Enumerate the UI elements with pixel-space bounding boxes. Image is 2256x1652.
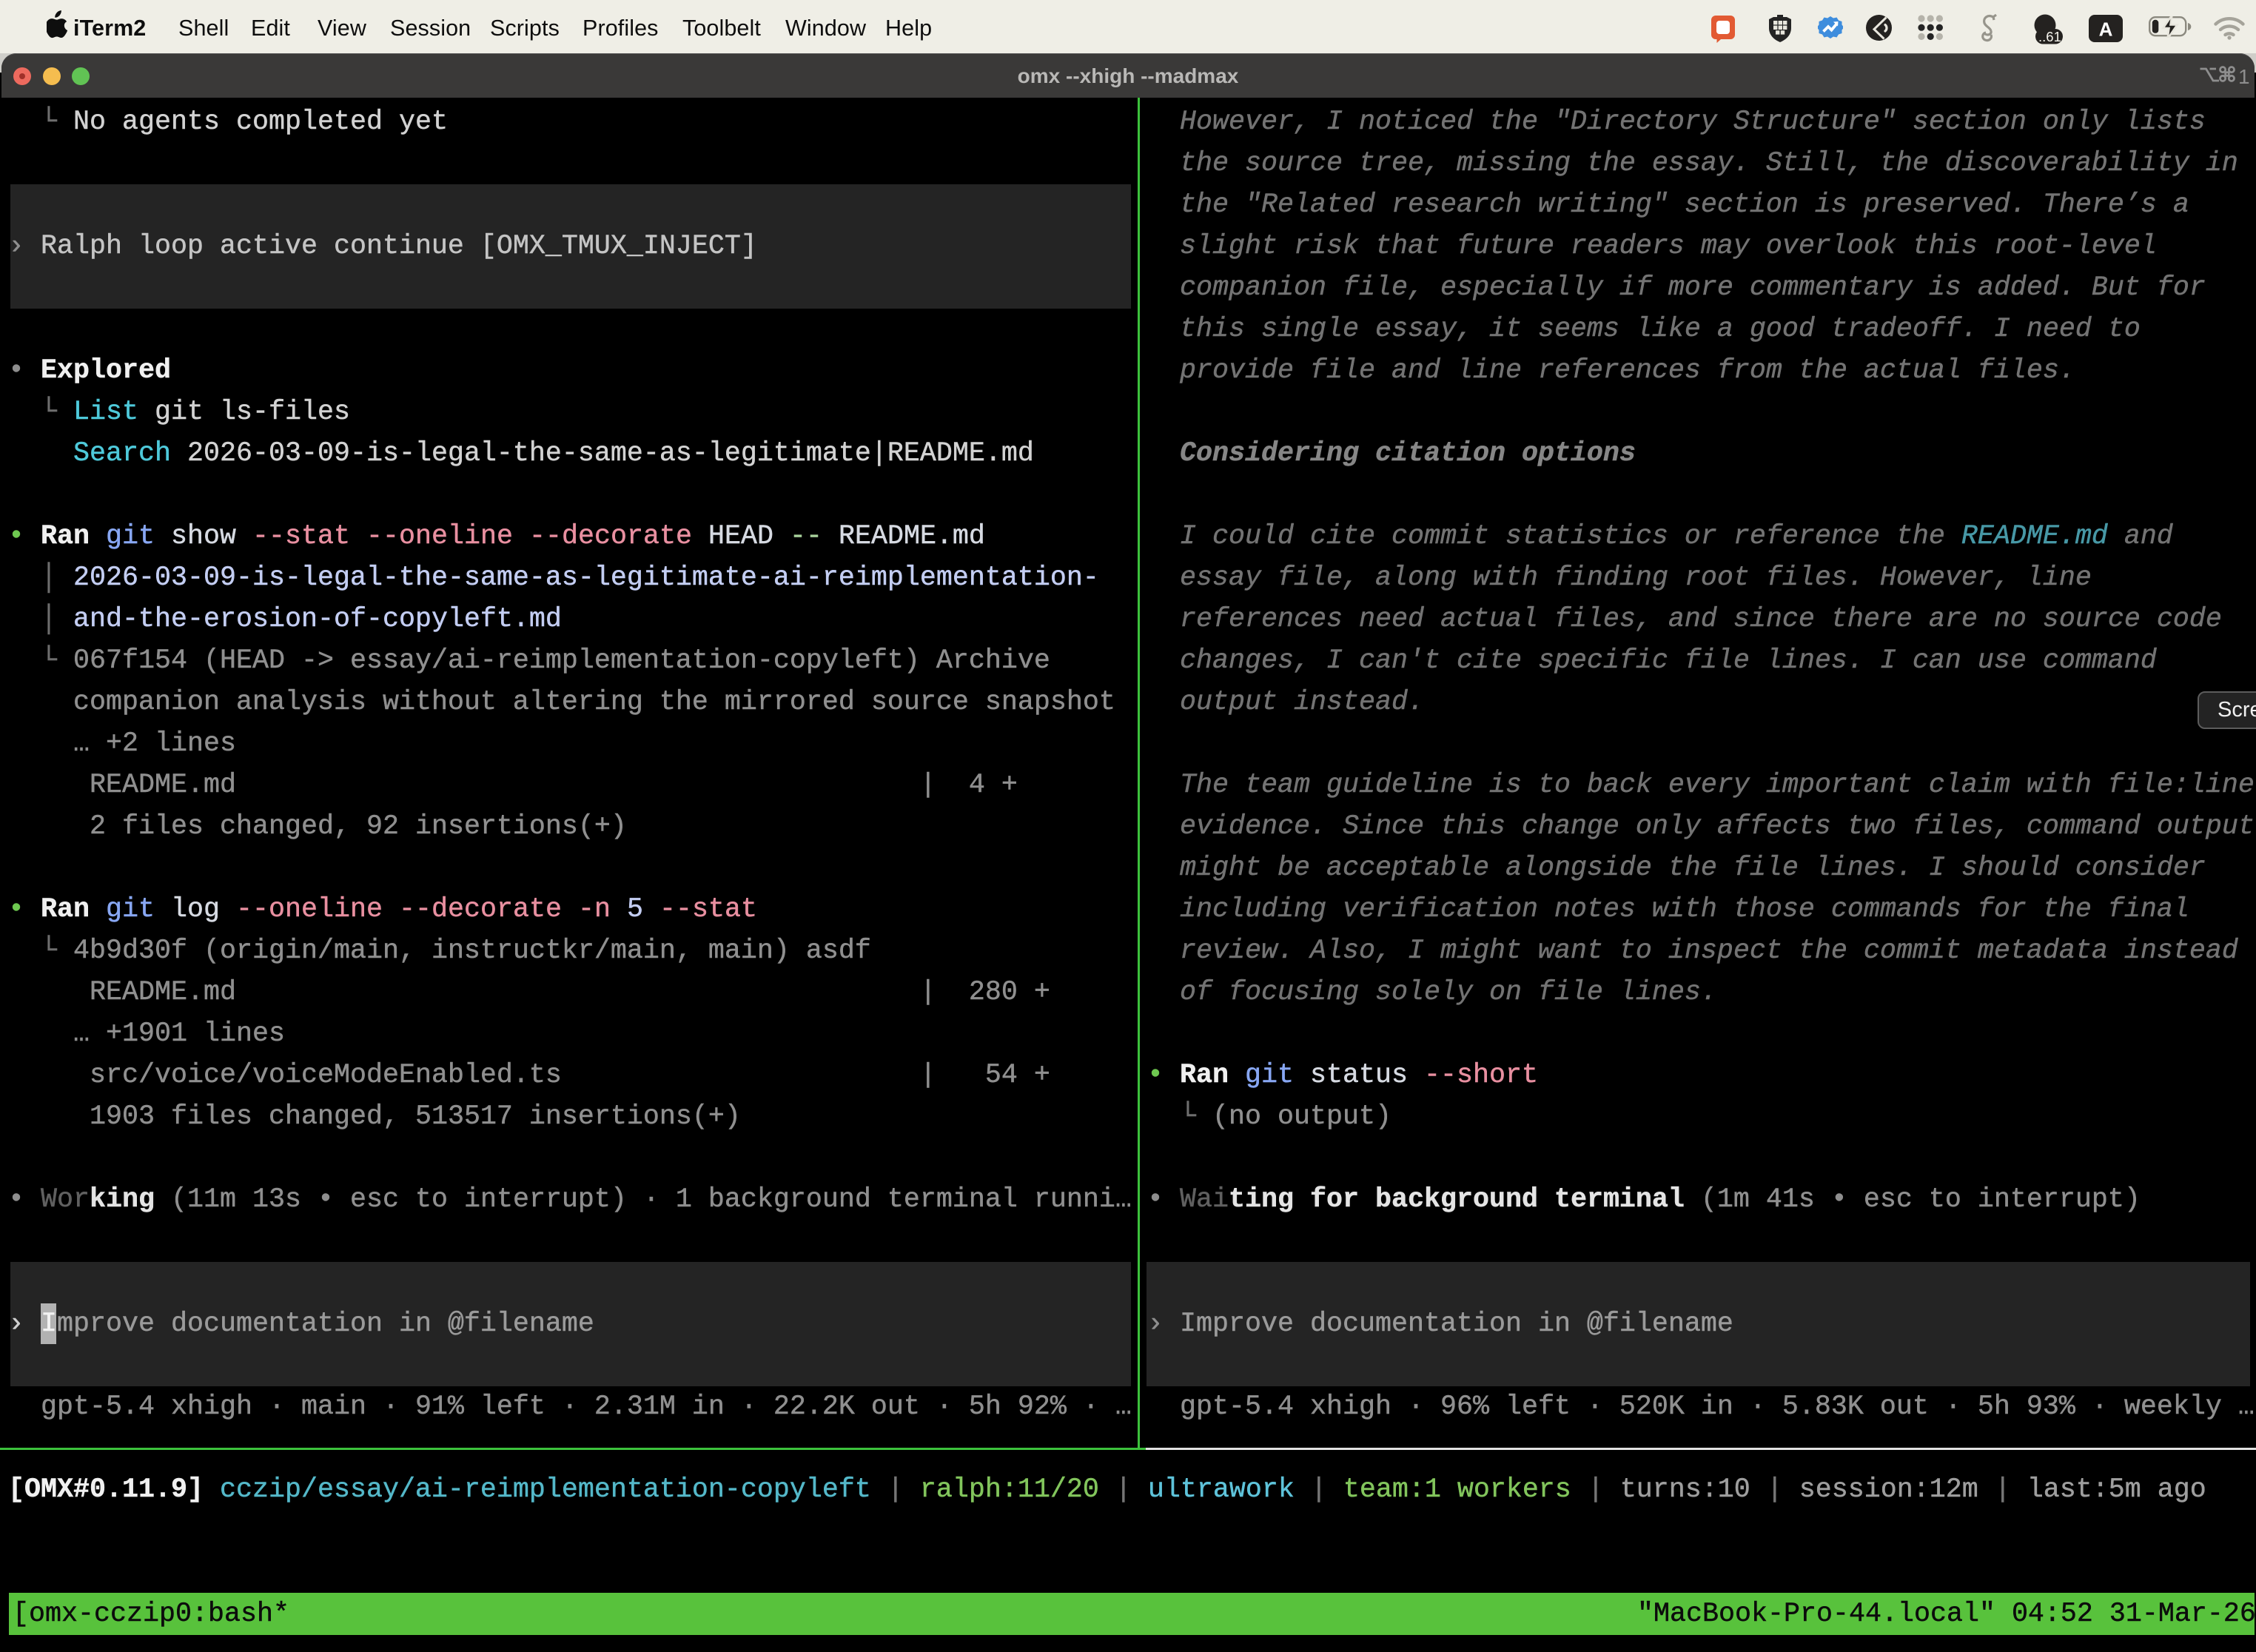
svg-text:..61: ..61 <box>2038 29 2061 44</box>
svg-text:1: 1 <box>2238 66 2250 88</box>
svg-text:A: A <box>2099 19 2113 41</box>
